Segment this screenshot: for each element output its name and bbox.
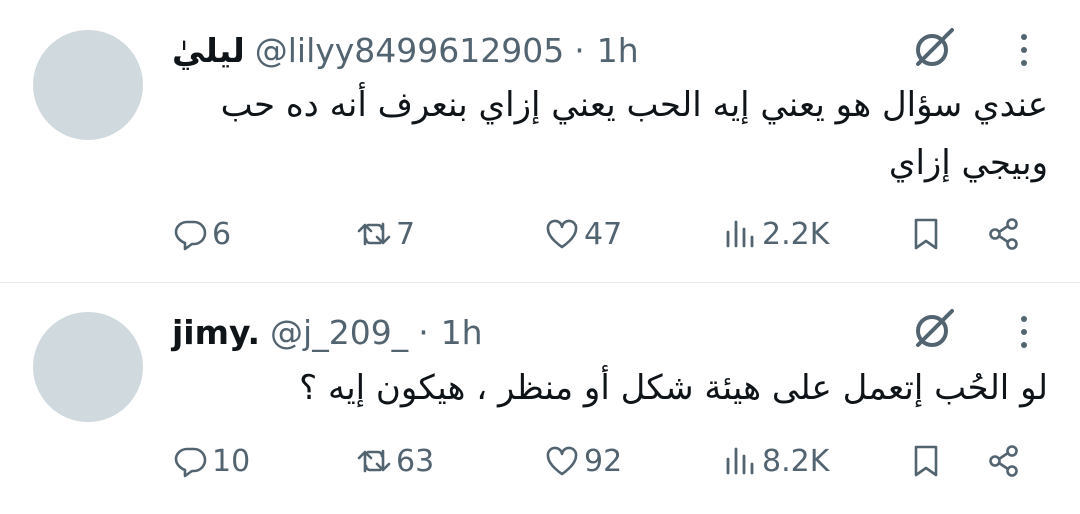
timestamp[interactable]: 1h (441, 313, 483, 352)
repost-icon (357, 449, 391, 473)
share-button[interactable] (986, 437, 1022, 485)
reply-icon (174, 447, 207, 478)
tweet-actions: 10 63 92 8.2K (170, 437, 1080, 485)
tweet-actions: 6 7 47 2.2K (170, 210, 1080, 258)
views-button[interactable]: 8.2K (722, 437, 829, 485)
more-icon[interactable] (1004, 26, 1044, 74)
views-icon (726, 220, 754, 248)
bookmark-icon (914, 445, 938, 477)
share-button[interactable] (986, 210, 1022, 258)
views-button[interactable]: 2.2K (722, 210, 829, 258)
repost-count: 7 (396, 216, 416, 252)
reply-button[interactable]: 6 (172, 210, 231, 258)
tweet[interactable]: jimy. @j_209_ · 1h لو الحُب إتعمل على هي… (0, 283, 1080, 514)
like-icon (546, 446, 578, 476)
repost-button[interactable]: 63 (356, 437, 434, 485)
reply-icon (174, 220, 207, 251)
like-count: 92 (584, 443, 623, 479)
avatar[interactable] (33, 312, 143, 422)
tweet-text: عندي سؤال هو يعني إيه الحب يعني إزاي بنع… (220, 85, 1048, 183)
bookmark-button[interactable] (908, 437, 944, 485)
avatar[interactable] (33, 30, 143, 140)
author-name[interactable]: ليليٰ (172, 31, 245, 70)
separator: · (574, 30, 585, 70)
bookmark-button[interactable] (908, 210, 944, 258)
like-button[interactable]: 92 (544, 437, 622, 485)
share-icon (989, 445, 1018, 477)
reply-count: 10 (212, 443, 251, 479)
share-icon (989, 218, 1018, 250)
timestamp[interactable]: 1h (597, 31, 639, 70)
bookmark-icon (914, 218, 938, 250)
grok-icon[interactable] (910, 24, 958, 72)
tweet-text: لو الحُب إتعمل على هيئة شكل أو منظر ، هي… (299, 368, 1048, 408)
repost-button[interactable]: 7 (356, 210, 415, 258)
views-count: 2.2K (762, 216, 830, 252)
more-icon[interactable] (1004, 308, 1044, 356)
grok-icon[interactable] (910, 305, 958, 353)
tweet[interactable]: ليليٰ @lilyy8499612905 · 1h عندي سؤال هو… (0, 0, 1080, 283)
repost-icon (357, 222, 391, 246)
author-name[interactable]: jimy. (172, 313, 260, 352)
tweet-header: ليليٰ @lilyy8499612905 · 1h (172, 26, 639, 74)
author-handle[interactable]: @lilyy8499612905 (255, 31, 565, 70)
repost-count: 63 (396, 443, 435, 479)
tweet-header: jimy. @j_209_ · 1h (172, 308, 483, 356)
like-count: 47 (584, 216, 623, 252)
like-icon (546, 219, 578, 249)
views-count: 8.2K (762, 443, 830, 479)
reply-count: 6 (212, 216, 232, 252)
reply-button[interactable]: 10 (172, 437, 250, 485)
views-icon (726, 447, 754, 475)
like-button[interactable]: 47 (544, 210, 622, 258)
author-handle[interactable]: @j_209_ (270, 313, 408, 352)
separator: · (418, 312, 429, 352)
